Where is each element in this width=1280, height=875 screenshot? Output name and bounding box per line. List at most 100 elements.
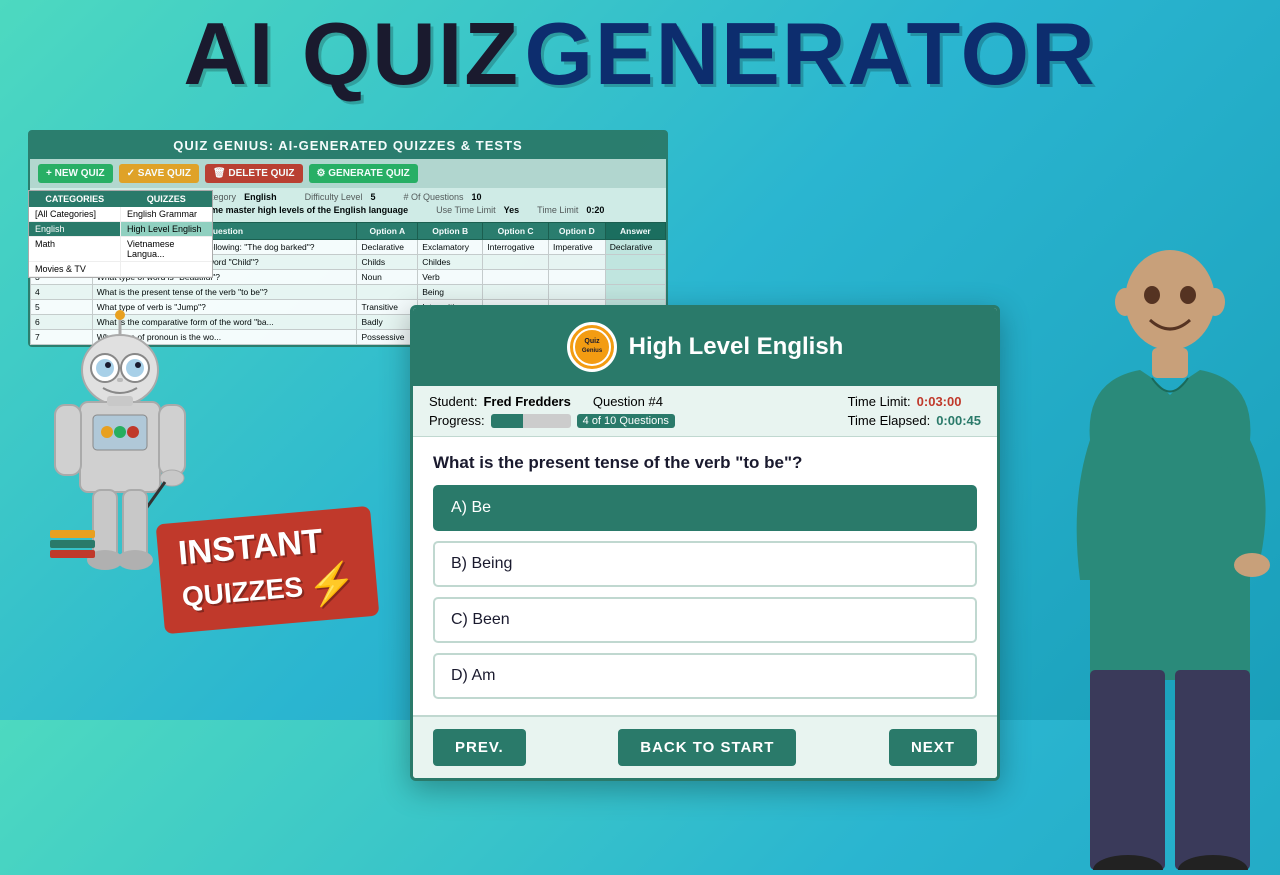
sidebar-panel: CATEGORIES QUIZZES [All Categories]Engli…: [28, 190, 213, 278]
option-item-b[interactable]: B) Being: [433, 541, 977, 587]
sidebar-col1: CATEGORIES: [29, 191, 121, 207]
table-cell: [605, 285, 665, 300]
info-right: Time Limit: 0:03:00 Time Elapsed: 0:00:4…: [848, 394, 981, 428]
question-text: What is the present tense of the verb "t…: [413, 437, 997, 485]
next-button[interactable]: NEXT: [889, 729, 977, 766]
svg-text:Quiz: Quiz: [584, 338, 600, 345]
sidebar-row: Movies & TV: [29, 262, 212, 277]
option-item-c[interactable]: C) Been: [433, 597, 977, 643]
sidebar-quiz[interactable]: High Level English: [121, 222, 212, 237]
progress-text: 4 of 10 Questions: [577, 414, 675, 428]
table-cell: [605, 270, 665, 285]
table-cell: [548, 255, 605, 270]
time-limit-value: 0:03:00: [917, 394, 962, 409]
col-answer: Answer: [605, 223, 665, 240]
time-limit-label: Use Time Limit: [436, 205, 496, 215]
table-cell: Possessive: [357, 330, 418, 345]
time-limit-label: Time Limit:: [848, 394, 911, 409]
person-figure: [1060, 220, 1280, 720]
option-item-a[interactable]: A) Be: [433, 485, 977, 531]
sidebar-quiz[interactable]: English Grammar: [121, 207, 212, 222]
progress-label: Progress:: [429, 413, 485, 428]
sidebar-category[interactable]: English: [29, 222, 121, 237]
questions-value: 10: [471, 192, 481, 202]
difficulty-value: 5: [370, 192, 375, 202]
table-cell: Badly: [357, 315, 418, 330]
time-limit-value: Yes: [504, 205, 520, 215]
prev-button[interactable]: PREV.: [433, 729, 526, 766]
new-quiz-button[interactable]: + NEW QUIZ: [38, 164, 113, 183]
table-cell: [483, 255, 549, 270]
table-cell: Noun: [357, 270, 418, 285]
table-cell: Childes: [418, 255, 483, 270]
title-generator: GENERATOR: [524, 4, 1096, 103]
student-name: Fred Fredders: [483, 394, 570, 409]
table-cell: Verb: [418, 270, 483, 285]
table-cell: Declarative: [605, 240, 665, 255]
table-cell: [357, 285, 418, 300]
table-cell: Transitive: [357, 300, 418, 315]
badge-line2: QUIZZES: [181, 571, 305, 613]
time-elapsed-row: Time Elapsed: 0:00:45: [848, 413, 981, 428]
options-list: A) Be B) Being C) Been D) Am: [413, 485, 997, 715]
table-cell: [605, 255, 665, 270]
time-elapsed-label: Time Elapsed:: [848, 413, 931, 428]
save-quiz-button[interactable]: ✓ SAVE QUIZ: [119, 164, 199, 183]
col-d: Option D: [548, 223, 605, 240]
title-ai-quiz: AI QUIZ: [183, 4, 520, 103]
quiz-footer: PREV. BACK TO START NEXT: [413, 715, 997, 778]
table-cell: Childs: [357, 255, 418, 270]
quiz-panel-header: Quiz Genius High Level English: [413, 308, 997, 386]
sidebar-row: MathVietnamese Langua...: [29, 237, 212, 262]
student-row: Student: Fred Fredders Question #4: [429, 394, 675, 409]
sidebar-category[interactable]: [All Categories]: [29, 207, 121, 222]
progress-bar: [491, 414, 571, 428]
table-cell: [483, 270, 549, 285]
option-item-d[interactable]: D) Am: [433, 653, 977, 699]
quiz-panel: Quiz Genius High Level English Student: …: [410, 305, 1000, 781]
table-cell: Interrogative: [483, 240, 549, 255]
table-cell: [548, 270, 605, 285]
sidebar-category[interactable]: Movies & TV: [29, 262, 121, 277]
sidebar-items: [All Categories]English GrammarEnglishHi…: [29, 207, 212, 277]
table-cell: [548, 285, 605, 300]
delete-quiz-button[interactable]: 🗑 DELETE QUIZ: [205, 164, 303, 183]
generate-quiz-button[interactable]: ⚙ GENERATE QUIZ: [309, 164, 418, 183]
time-limit-row: Time Limit: 0:03:00: [848, 394, 981, 409]
col-b: Option B: [418, 223, 483, 240]
info-left: Student: Fred Fredders Question #4 Progr…: [429, 394, 675, 428]
quiz-panel-title: High Level English: [629, 333, 844, 361]
student-label: Student:: [429, 394, 477, 409]
instant-quizzes-badge: INSTANT QUIZZES ⚡: [156, 506, 380, 634]
person-icon: [1060, 220, 1280, 870]
col-a: Option A: [357, 223, 418, 240]
sidebar-category[interactable]: Math: [29, 237, 121, 262]
sidebar-col2: QUIZZES: [121, 191, 213, 207]
svg-text:Genius: Genius: [581, 348, 602, 354]
table-cell: Declarative: [357, 240, 418, 255]
quiz-info-bar: Student: Fred Fredders Question #4 Progr…: [413, 386, 997, 437]
sidebar-row: EnglishHigh Level English: [29, 222, 212, 237]
quiz-manager-header: QUIZ GENIUS: AI-GENERATED QUIZZES & TEST…: [30, 132, 666, 159]
col-c: Option C: [483, 223, 549, 240]
table-cell: [483, 285, 549, 300]
sidebar-header: CATEGORIES QUIZZES: [29, 191, 212, 207]
progress-fill: [491, 414, 523, 428]
question-label: Question #4: [593, 394, 663, 409]
quiz-logo: Quiz Genius: [567, 322, 617, 372]
sidebar-row: [All Categories]English Grammar: [29, 207, 212, 222]
quiz-manager-toolbar: + NEW QUIZ ✓ SAVE QUIZ 🗑 DELETE QUIZ ⚙ G…: [30, 159, 666, 188]
time-value: 0:20: [586, 205, 604, 215]
sidebar-quiz[interactable]: [121, 262, 212, 277]
back-to-start-button[interactable]: BACK TO START: [618, 729, 796, 766]
difficulty-label: Difficulty Level: [305, 192, 363, 202]
table-cell: Exclamatory: [418, 240, 483, 255]
questions-label: # Of Questions: [403, 192, 463, 202]
table-cell: Imperative: [548, 240, 605, 255]
category-value: English: [244, 192, 277, 202]
table-cell: Being: [418, 285, 483, 300]
main-title: AI QUIZ GENERATOR: [0, 0, 1280, 106]
sidebar-quiz[interactable]: Vietnamese Langua...: [121, 237, 212, 262]
lightning-icon: ⚡: [305, 558, 359, 609]
progress-row: Progress: 4 of 10 Questions: [429, 413, 675, 428]
